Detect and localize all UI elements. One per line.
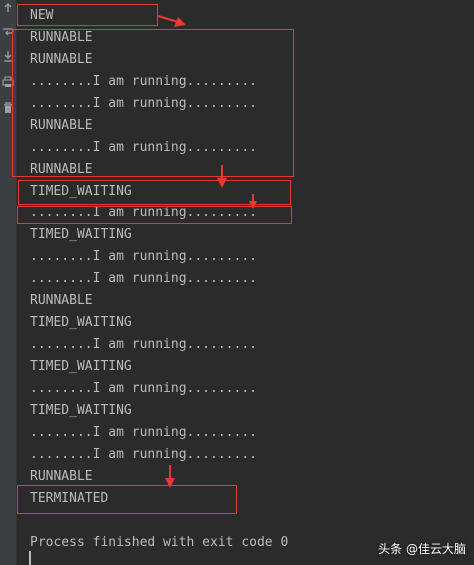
watermark: 头条 @佳云大脑: [378, 542, 466, 556]
arrow-to-runnable: [157, 15, 179, 23]
arrowhead-to-running-line: [249, 201, 257, 209]
annotation-arrows: [157, 15, 257, 488]
arrowhead-to-timed-waiting: [217, 178, 227, 188]
arrowhead-to-terminated: [165, 478, 175, 488]
